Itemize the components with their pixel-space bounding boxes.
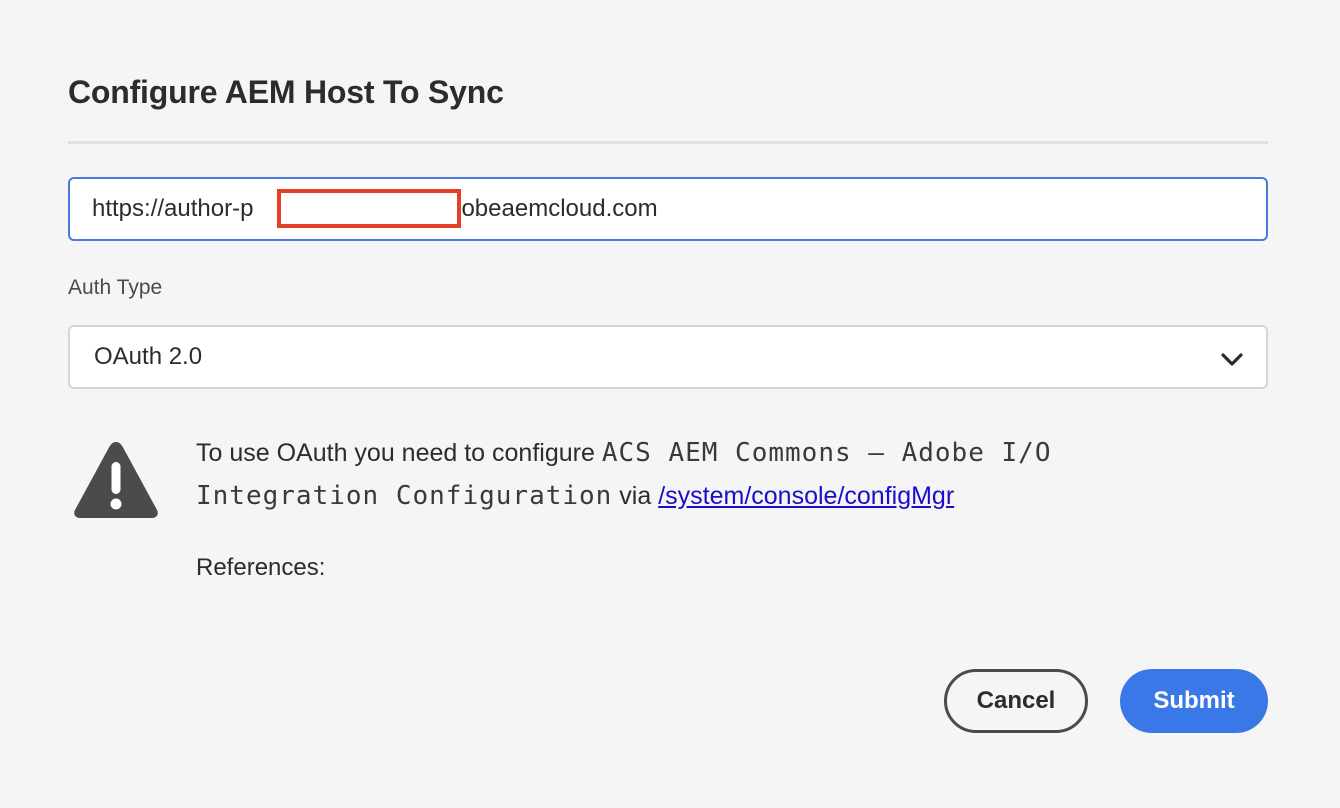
dialog-title: Configure AEM Host To Sync (68, 74, 504, 110)
warning-text-via: via (612, 482, 659, 510)
oauth-warning-message: To use OAuth you need to configure ACS A… (196, 432, 1196, 518)
cancel-button[interactable]: Cancel (944, 669, 1088, 733)
references-label: References: (196, 554, 326, 581)
redaction-box (277, 189, 461, 228)
auth-type-selected-value: OAuth 2.0 (94, 343, 203, 370)
config-manager-link[interactable]: /system/console/configMgr (658, 482, 954, 510)
configure-host-dialog: Configure AEM Host To Sync Auth Type OAu… (0, 0, 1340, 808)
title-divider (68, 141, 1268, 144)
warning-text-before: To use OAuth you need to configure (196, 439, 602, 467)
submit-button[interactable]: Submit (1120, 669, 1268, 733)
chevron-down-icon (1221, 353, 1243, 366)
auth-type-select[interactable]: OAuth 2.0 (68, 325, 1268, 389)
host-url-input[interactable] (68, 177, 1268, 241)
auth-type-label: Auth Type (68, 276, 163, 299)
warning-triangle-icon (74, 442, 158, 518)
